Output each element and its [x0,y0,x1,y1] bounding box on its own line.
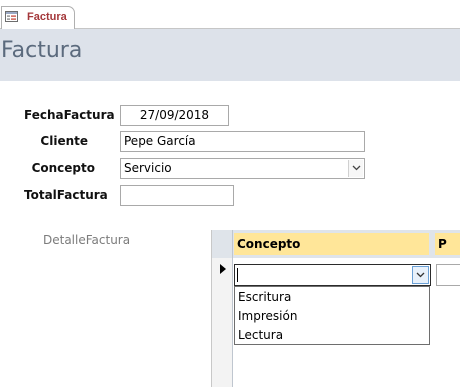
datasheet-header-row: Concepto P [212,230,460,258]
chevron-down-icon [416,272,425,278]
cliente-field[interactable]: Pepe García [120,131,365,152]
document-tab-strip: Factura [0,0,460,29]
fecha-factura-field[interactable]: 27/09/2018 [120,105,229,126]
dropdown-option[interactable]: Lectura [235,326,429,345]
concepto-combo-value: Servicio [124,161,172,175]
concepto-cell-dropdown-button[interactable] [412,266,429,284]
dropdown-option[interactable]: Escritura [235,288,429,307]
concepto-combo[interactable]: Servicio [120,158,365,179]
fecha-factura-label: FechaFactura [24,108,115,122]
column-header-concepto[interactable]: Concepto [234,233,429,255]
concepto-cell-combo[interactable] [234,264,431,286]
tab-label: Factura [27,11,67,23]
text-cursor [237,268,238,282]
detalle-factura-label: DetalleFactura [43,233,131,247]
total-factura-label: TotalFactura [24,188,108,202]
select-all-box[interactable] [212,230,233,258]
page-title: Factura [1,38,83,63]
concepto-dropdown-list: Escritura Impresión Lectura [234,286,430,345]
form-icon [5,11,18,22]
concepto-dropdown-button[interactable] [348,160,363,177]
form-header: Factura [0,29,460,81]
dropdown-option[interactable]: Impresión [235,307,429,326]
concepto-label: Concepto [31,161,95,175]
cliente-label: Cliente [40,134,88,148]
p-cell[interactable] [436,264,460,286]
chevron-down-icon [352,165,361,171]
tab-factura[interactable]: Factura [1,6,75,29]
total-factura-field[interactable] [120,185,234,206]
column-header-p[interactable]: P [435,233,460,255]
current-record-arrow-icon [220,264,226,274]
record-selector[interactable] [212,258,233,387]
